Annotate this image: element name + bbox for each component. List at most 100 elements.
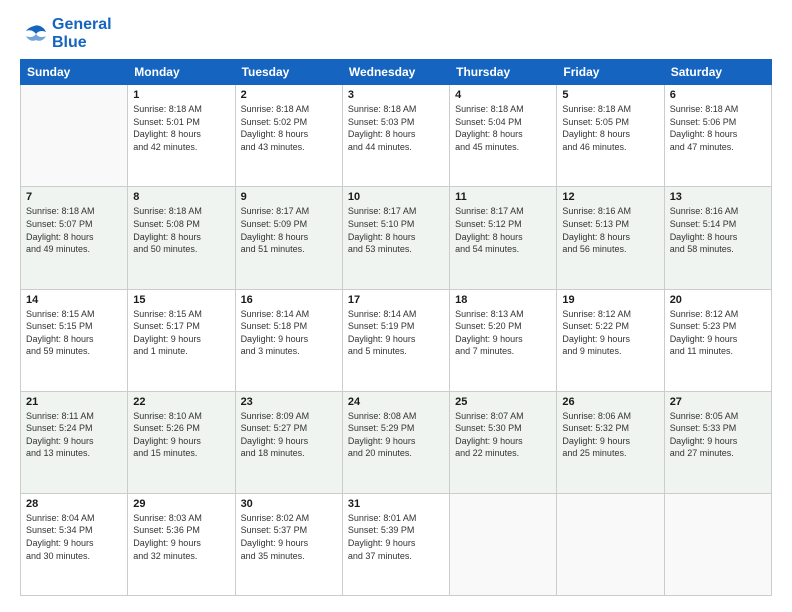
- day-info: Sunrise: 8:10 AM Sunset: 5:26 PM Dayligh…: [133, 410, 229, 460]
- day-cell: 28 Sunrise: 8:04 AM Sunset: 5:34 PM Dayli…: [21, 493, 128, 595]
- day-cell: 6 Sunrise: 8:18 AM Sunset: 5:06 PM Daylig…: [664, 85, 771, 187]
- weekday-header-saturday: Saturday: [664, 60, 771, 85]
- day-cell: 19Sunrise: 8:12 AM Sunset: 5:22 PM Dayli…: [557, 289, 664, 391]
- day-info: Sunrise: 8:03 AM Sunset: 5:36 PM Dayligh…: [133, 512, 229, 562]
- calendar-page: General Blue SundayMondayTuesdayWednesda…: [0, 0, 792, 612]
- logo: General Blue: [20, 16, 112, 51]
- day-info: Sunrise: 8:07 AM Sunset: 5:30 PM Dayligh…: [455, 410, 551, 460]
- day-number: 27: [670, 396, 766, 408]
- day-cell: 9 Sunrise: 8:17 AM Sunset: 5:09 PM Daylig…: [235, 187, 342, 289]
- day-info: Sunrise: 8:09 AM Sunset: 5:27 PM Dayligh…: [241, 410, 337, 460]
- day-number: 28: [26, 498, 122, 510]
- day-info: Sunrise: 8:12 AM Sunset: 5:23 PM Dayligh…: [670, 308, 766, 358]
- day-number: 17: [348, 294, 444, 306]
- day-number: 29: [133, 498, 229, 510]
- day-cell: 30 Sunrise: 8:02 AM Sunset: 5:37 PM Dayli…: [235, 493, 342, 595]
- day-cell: 29 Sunrise: 8:03 AM Sunset: 5:36 PM Dayli…: [128, 493, 235, 595]
- day-cell: [450, 493, 557, 595]
- weekday-header-tuesday: Tuesday: [235, 60, 342, 85]
- day-cell: 7 Sunrise: 8:18 AM Sunset: 5:07 PM Daylig…: [21, 187, 128, 289]
- day-cell: 21Sunrise: 8:11 AM Sunset: 5:24 PM Dayli…: [21, 391, 128, 493]
- day-info: Sunrise: 8:18 AM Sunset: 5:08 PM Dayligh…: [133, 205, 229, 255]
- day-info: Sunrise: 8:18 AM Sunset: 5:07 PM Dayligh…: [26, 205, 122, 255]
- day-cell: 31Sunrise: 8:01 AM Sunset: 5:39 PM Dayli…: [342, 493, 449, 595]
- day-info: Sunrise: 8:16 AM Sunset: 5:14 PM Dayligh…: [670, 205, 766, 255]
- day-info: Sunrise: 8:18 AM Sunset: 5:02 PM Dayligh…: [241, 103, 337, 153]
- weekday-header-row: SundayMondayTuesdayWednesdayThursdayFrid…: [21, 60, 772, 85]
- day-info: Sunrise: 8:15 AM Sunset: 5:15 PM Dayligh…: [26, 308, 122, 358]
- day-number: 26: [562, 396, 658, 408]
- day-cell: 3Sunrise: 8:18 AM Sunset: 5:03 PM Daylig…: [342, 85, 449, 187]
- weekday-header-wednesday: Wednesday: [342, 60, 449, 85]
- day-number: 30: [241, 498, 337, 510]
- day-number: 20: [670, 294, 766, 306]
- day-number: 23: [241, 396, 337, 408]
- day-cell: 23 Sunrise: 8:09 AM Sunset: 5:27 PM Dayli…: [235, 391, 342, 493]
- day-info: Sunrise: 8:17 AM Sunset: 5:09 PM Dayligh…: [241, 205, 337, 255]
- day-info: Sunrise: 8:15 AM Sunset: 5:17 PM Dayligh…: [133, 308, 229, 358]
- day-cell: 11Sunrise: 8:17 AM Sunset: 5:12 PM Dayli…: [450, 187, 557, 289]
- day-info: Sunrise: 8:04 AM Sunset: 5:34 PM Dayligh…: [26, 512, 122, 562]
- day-number: 5: [562, 89, 658, 101]
- day-number: 14: [26, 294, 122, 306]
- day-info: Sunrise: 8:02 AM Sunset: 5:37 PM Dayligh…: [241, 512, 337, 562]
- day-number: 19: [562, 294, 658, 306]
- day-info: Sunrise: 8:14 AM Sunset: 5:19 PM Dayligh…: [348, 308, 444, 358]
- day-number: 9: [241, 191, 337, 203]
- day-info: Sunrise: 8:18 AM Sunset: 5:04 PM Dayligh…: [455, 103, 551, 153]
- day-cell: 2Sunrise: 8:18 AM Sunset: 5:02 PM Daylig…: [235, 85, 342, 187]
- day-cell: 10Sunrise: 8:17 AM Sunset: 5:10 PM Dayli…: [342, 187, 449, 289]
- day-info: Sunrise: 8:01 AM Sunset: 5:39 PM Dayligh…: [348, 512, 444, 562]
- day-cell: 5 Sunrise: 8:18 AM Sunset: 5:05 PM Daylig…: [557, 85, 664, 187]
- day-cell: 24 Sunrise: 8:08 AM Sunset: 5:29 PM Dayli…: [342, 391, 449, 493]
- calendar-table: SundayMondayTuesdayWednesdayThursdayFrid…: [20, 59, 772, 596]
- day-number: 7: [26, 191, 122, 203]
- day-cell: [664, 493, 771, 595]
- day-cell: [21, 85, 128, 187]
- day-info: Sunrise: 8:13 AM Sunset: 5:20 PM Dayligh…: [455, 308, 551, 358]
- day-cell: 16 Sunrise: 8:14 AM Sunset: 5:18 PM Dayli…: [235, 289, 342, 391]
- day-info: Sunrise: 8:11 AM Sunset: 5:24 PM Dayligh…: [26, 410, 122, 460]
- weekday-header-monday: Monday: [128, 60, 235, 85]
- day-number: 18: [455, 294, 551, 306]
- day-info: Sunrise: 8:17 AM Sunset: 5:10 PM Dayligh…: [348, 205, 444, 255]
- day-cell: 8 Sunrise: 8:18 AM Sunset: 5:08 PM Daylig…: [128, 187, 235, 289]
- day-cell: 26 Sunrise: 8:06 AM Sunset: 5:32 PM Dayli…: [557, 391, 664, 493]
- day-cell: 20 Sunrise: 8:12 AM Sunset: 5:23 PM Dayli…: [664, 289, 771, 391]
- day-number: 16: [241, 294, 337, 306]
- day-info: Sunrise: 8:18 AM Sunset: 5:05 PM Dayligh…: [562, 103, 658, 153]
- day-info: Sunrise: 8:14 AM Sunset: 5:18 PM Dayligh…: [241, 308, 337, 358]
- day-cell: 22 Sunrise: 8:10 AM Sunset: 5:26 PM Dayli…: [128, 391, 235, 493]
- day-cell: 12 Sunrise: 8:16 AM Sunset: 5:13 PM Dayli…: [557, 187, 664, 289]
- weekday-header-sunday: Sunday: [21, 60, 128, 85]
- day-info: Sunrise: 8:18 AM Sunset: 5:06 PM Dayligh…: [670, 103, 766, 153]
- day-cell: 15 Sunrise: 8:15 AM Sunset: 5:17 PM Dayli…: [128, 289, 235, 391]
- weekday-header-thursday: Thursday: [450, 60, 557, 85]
- day-number: 24: [348, 396, 444, 408]
- day-number: 12: [562, 191, 658, 203]
- day-info: Sunrise: 8:06 AM Sunset: 5:32 PM Dayligh…: [562, 410, 658, 460]
- day-number: 22: [133, 396, 229, 408]
- week-row-2: 7 Sunrise: 8:18 AM Sunset: 5:07 PM Daylig…: [21, 187, 772, 289]
- week-row-4: 21Sunrise: 8:11 AM Sunset: 5:24 PM Dayli…: [21, 391, 772, 493]
- day-info: Sunrise: 8:08 AM Sunset: 5:29 PM Dayligh…: [348, 410, 444, 460]
- day-cell: 1Sunrise: 8:18 AM Sunset: 5:01 PM Daylig…: [128, 85, 235, 187]
- day-number: 1: [133, 89, 229, 101]
- day-cell: 17 Sunrise: 8:14 AM Sunset: 5:19 PM Dayli…: [342, 289, 449, 391]
- week-row-1: 1Sunrise: 8:18 AM Sunset: 5:01 PM Daylig…: [21, 85, 772, 187]
- day-number: 8: [133, 191, 229, 203]
- day-info: Sunrise: 8:05 AM Sunset: 5:33 PM Dayligh…: [670, 410, 766, 460]
- day-number: 6: [670, 89, 766, 101]
- logo-icon: [20, 22, 48, 46]
- week-row-3: 14 Sunrise: 8:15 AM Sunset: 5:15 PM Dayli…: [21, 289, 772, 391]
- day-number: 25: [455, 396, 551, 408]
- day-cell: 27 Sunrise: 8:05 AM Sunset: 5:33 PM Dayli…: [664, 391, 771, 493]
- day-info: Sunrise: 8:16 AM Sunset: 5:13 PM Dayligh…: [562, 205, 658, 255]
- day-cell: 25 Sunrise: 8:07 AM Sunset: 5:30 PM Dayli…: [450, 391, 557, 493]
- day-cell: [557, 493, 664, 595]
- day-number: 13: [670, 191, 766, 203]
- day-number: 15: [133, 294, 229, 306]
- day-info: Sunrise: 8:17 AM Sunset: 5:12 PM Dayligh…: [455, 205, 551, 255]
- weekday-header-friday: Friday: [557, 60, 664, 85]
- day-cell: 4Sunrise: 8:18 AM Sunset: 5:04 PM Daylig…: [450, 85, 557, 187]
